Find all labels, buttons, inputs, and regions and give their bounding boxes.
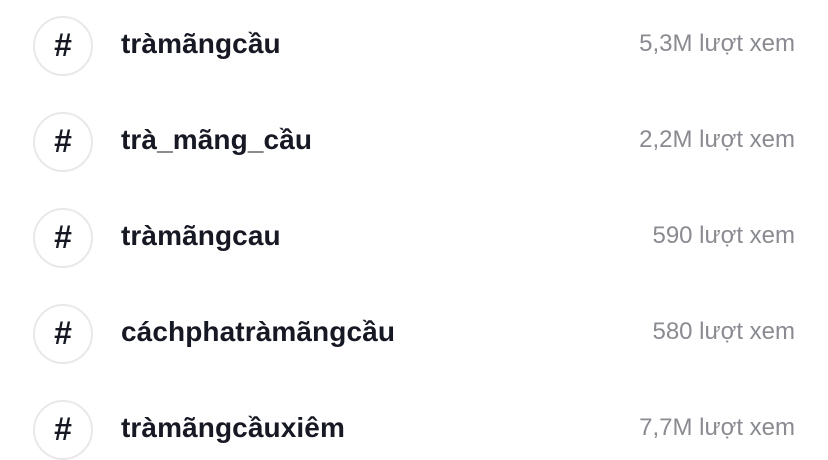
hashtag-row[interactable]: # tràmãngcầu 5,3M lượt xem — [0, 0, 828, 96]
hash-symbol: # — [54, 219, 72, 255]
hashtag-row[interactable]: # cáchphatràmãngcầu 580 lượt xem — [0, 288, 828, 384]
hashtag-view-count: 2,2M lượt xem — [639, 126, 795, 153]
hashtag-view-count: 590 lượt xem — [652, 222, 795, 249]
hash-icon: # — [33, 400, 93, 460]
hash-icon: # — [33, 208, 93, 268]
hash-symbol: # — [54, 27, 72, 63]
hashtag-name: trà_mãng_cầu — [121, 124, 313, 155]
hashtag-row[interactable]: # trà_mãng_cầu 2,2M lượt xem — [0, 96, 828, 192]
hash-symbol: # — [54, 315, 72, 351]
hashtag-view-count: 7,7M lượt xem — [639, 414, 795, 441]
hashtag-row[interactable]: # tràmãngcầuxiêm 7,7M lượt xem — [0, 384, 828, 460]
hashtag-row[interactable]: # tràmãngcau 590 lượt xem — [0, 192, 828, 288]
hashtag-view-count: 5,3M lượt xem — [639, 30, 795, 57]
hashtag-results-list: # tràmãngcầu 5,3M lượt xem # trà_mãng_cầ… — [0, 0, 828, 460]
hashtag-name: tràmãngcầuxiêm — [121, 412, 345, 443]
hashtag-name: cáchphatràmãngcầu — [121, 316, 396, 347]
hash-symbol: # — [54, 411, 72, 447]
hashtag-name: tràmãngcau — [121, 220, 281, 251]
hash-icon: # — [33, 112, 93, 172]
hashtag-view-count: 580 lượt xem — [652, 318, 795, 345]
hashtag-name: tràmãngcầu — [121, 28, 281, 59]
hash-icon: # — [33, 304, 93, 364]
hash-symbol: # — [54, 123, 72, 159]
hash-icon: # — [33, 16, 93, 76]
